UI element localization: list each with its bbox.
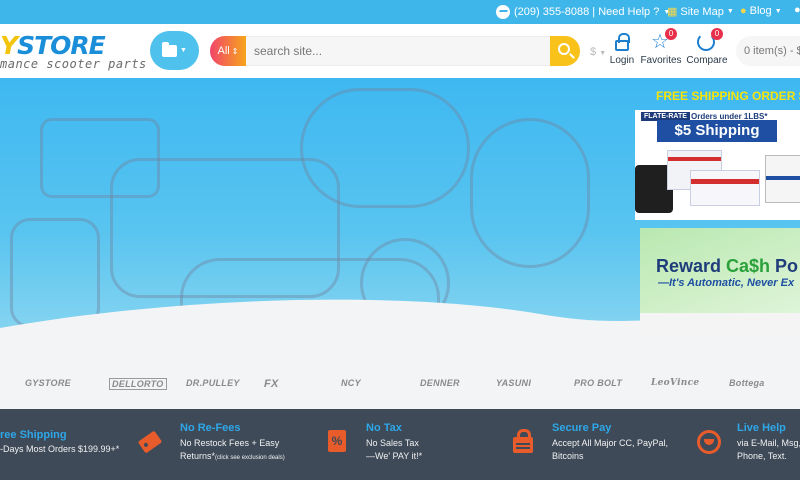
reward-subtitle: —It's Automatic, Never Ex <box>658 277 795 289</box>
feature-desc: Accept All Major CC, PayPal, <box>552 438 669 448</box>
exclusion-note-link[interactable]: (click see exclusion deals) <box>215 455 285 461</box>
brand-logo[interactable]: Bottega <box>729 378 765 388</box>
messenger-icon <box>496 5 510 19</box>
logo-word: STORE <box>17 31 106 60</box>
feature-desc: —We' PAY it!* <box>366 451 423 461</box>
site-map-label: Site Map <box>680 5 724 18</box>
feature-title: Secure Pay <box>552 422 612 434</box>
site-map-link[interactable]: ▦ Site Map ▼ <box>667 5 734 19</box>
price-tag-icon <box>137 430 163 454</box>
feature-desc: No Restock Fees + Easy <box>180 438 280 448</box>
reward-title-part: Po <box>770 256 799 276</box>
flat-rate-shipping-promo[interactable]: FLATE-RATE Orders under 1LBS* $5 Shippin… <box>635 110 800 220</box>
brand-logo[interactable]: DELLORTO <box>109 378 167 390</box>
store-logo[interactable]: YSTORE <box>0 31 106 60</box>
feature-title: No Tax <box>366 422 402 434</box>
brand-logo[interactable]: NCY <box>341 378 361 388</box>
brand-logo[interactable]: DENNER <box>420 378 460 388</box>
percent-icon: % <box>328 430 346 452</box>
support-headset-icon <box>697 430 721 454</box>
compare-count-badge: 0 <box>711 28 723 40</box>
help-phone-text: (209) 355-8088 | Need Help ? <box>514 6 660 18</box>
chevron-down-icon: ▼ <box>180 47 187 54</box>
blog-link[interactable]: ● Blog ▼ <box>740 5 782 17</box>
free-shipping-title: FREE SHIPPING ORDER $199 <box>656 89 800 103</box>
search-input[interactable] <box>246 36 550 66</box>
feature-title: No Re-Fees <box>180 422 241 434</box>
hero-banner[interactable]: FREE SHIPPING ORDER $199 FLATE-RATE Orde… <box>0 78 800 354</box>
search-bar: All ⇕ <box>210 36 580 66</box>
mail-truck-image <box>765 155 800 203</box>
account-icon[interactable]: ● <box>794 4 800 16</box>
compare-button[interactable]: 0 Compare <box>679 28 735 66</box>
feature-desc: Returns*(click see exclusion deals) <box>180 450 285 465</box>
sitemap-icon: ▦ <box>667 6 678 18</box>
logo-tagline: mance scooter parts <box>0 57 147 71</box>
chat-bubble-icon: ● <box>740 5 747 17</box>
cart-summary: 0 item(s) - $0 <box>744 45 800 57</box>
feature-title: ree Shipping <box>0 429 67 441</box>
brand-logo[interactable]: PRO BOLT <box>574 378 622 388</box>
top-bar: (209) 355-8088 | Need Help ? ▼ ▦ Site Ma… <box>0 0 800 24</box>
search-category-select[interactable]: All ⇕ <box>210 36 246 66</box>
favorites-count-badge: 0 <box>665 28 677 40</box>
brand-logo[interactable]: DR.PULLEY <box>186 378 240 388</box>
brand-logo[interactable]: GYSTORE <box>25 378 71 388</box>
categories-button[interactable]: ▼ <box>150 31 199 70</box>
folder-icon <box>162 41 178 57</box>
feature-desc: -Days Most Orders $199.99+* <box>0 444 120 454</box>
feature-desc: No Sales Tax <box>366 438 419 448</box>
priority-box-image <box>690 170 760 206</box>
feature-title: Live Help <box>737 422 786 434</box>
brand-logo[interactable]: LeoVince <box>651 378 699 388</box>
compare-label: Compare <box>686 55 728 66</box>
search-icon <box>558 43 570 55</box>
chevron-down-icon: ▼ <box>774 7 782 15</box>
padlock-icon <box>513 429 533 453</box>
reward-title-cash: Ca$h <box>726 256 771 276</box>
reward-title-part: Reward <box>656 256 727 276</box>
brand-logo[interactable]: YASUNI <box>496 378 531 388</box>
search-category-label: All <box>217 45 230 57</box>
flat-rate-price: $5 Shipping <box>657 120 777 142</box>
search-button[interactable] <box>550 36 580 66</box>
logo-letter: Y <box>0 31 18 60</box>
cart-button[interactable]: 0 item(s) - $0 <box>736 36 800 66</box>
feature-desc: via E-Mail, Msg, <box>737 438 800 448</box>
sort-arrows-icon: ⇕ <box>231 46 239 56</box>
features-bar: ree Shipping -Days Most Orders $199.99+*… <box>0 409 800 480</box>
reward-title: Reward Ca$h Po <box>656 256 798 277</box>
help-phone-link[interactable]: (209) 355-8088 | Need Help ? ▼ <box>496 5 670 19</box>
brand-logos-strip: GYSTORE DELLORTO DR.PULLEY FX NCY DENNER… <box>0 354 800 409</box>
feature-desc: Bitcoins <box>552 451 584 461</box>
chevron-down-icon: ▼ <box>726 8 734 15</box>
site-header: YSTORE mance scooter parts ▼ All ⇕ $ ▼ L… <box>0 24 800 78</box>
blog-label: Blog <box>749 5 772 17</box>
feature-desc-line: Returns* <box>180 451 216 461</box>
lock-icon <box>615 33 630 51</box>
feature-desc: Phone, Text. <box>737 451 787 461</box>
brand-logo[interactable]: FX <box>264 378 279 390</box>
reward-cash-promo[interactable]: Reward Ca$h Po —It's Automatic, Never Ex <box>640 228 800 338</box>
